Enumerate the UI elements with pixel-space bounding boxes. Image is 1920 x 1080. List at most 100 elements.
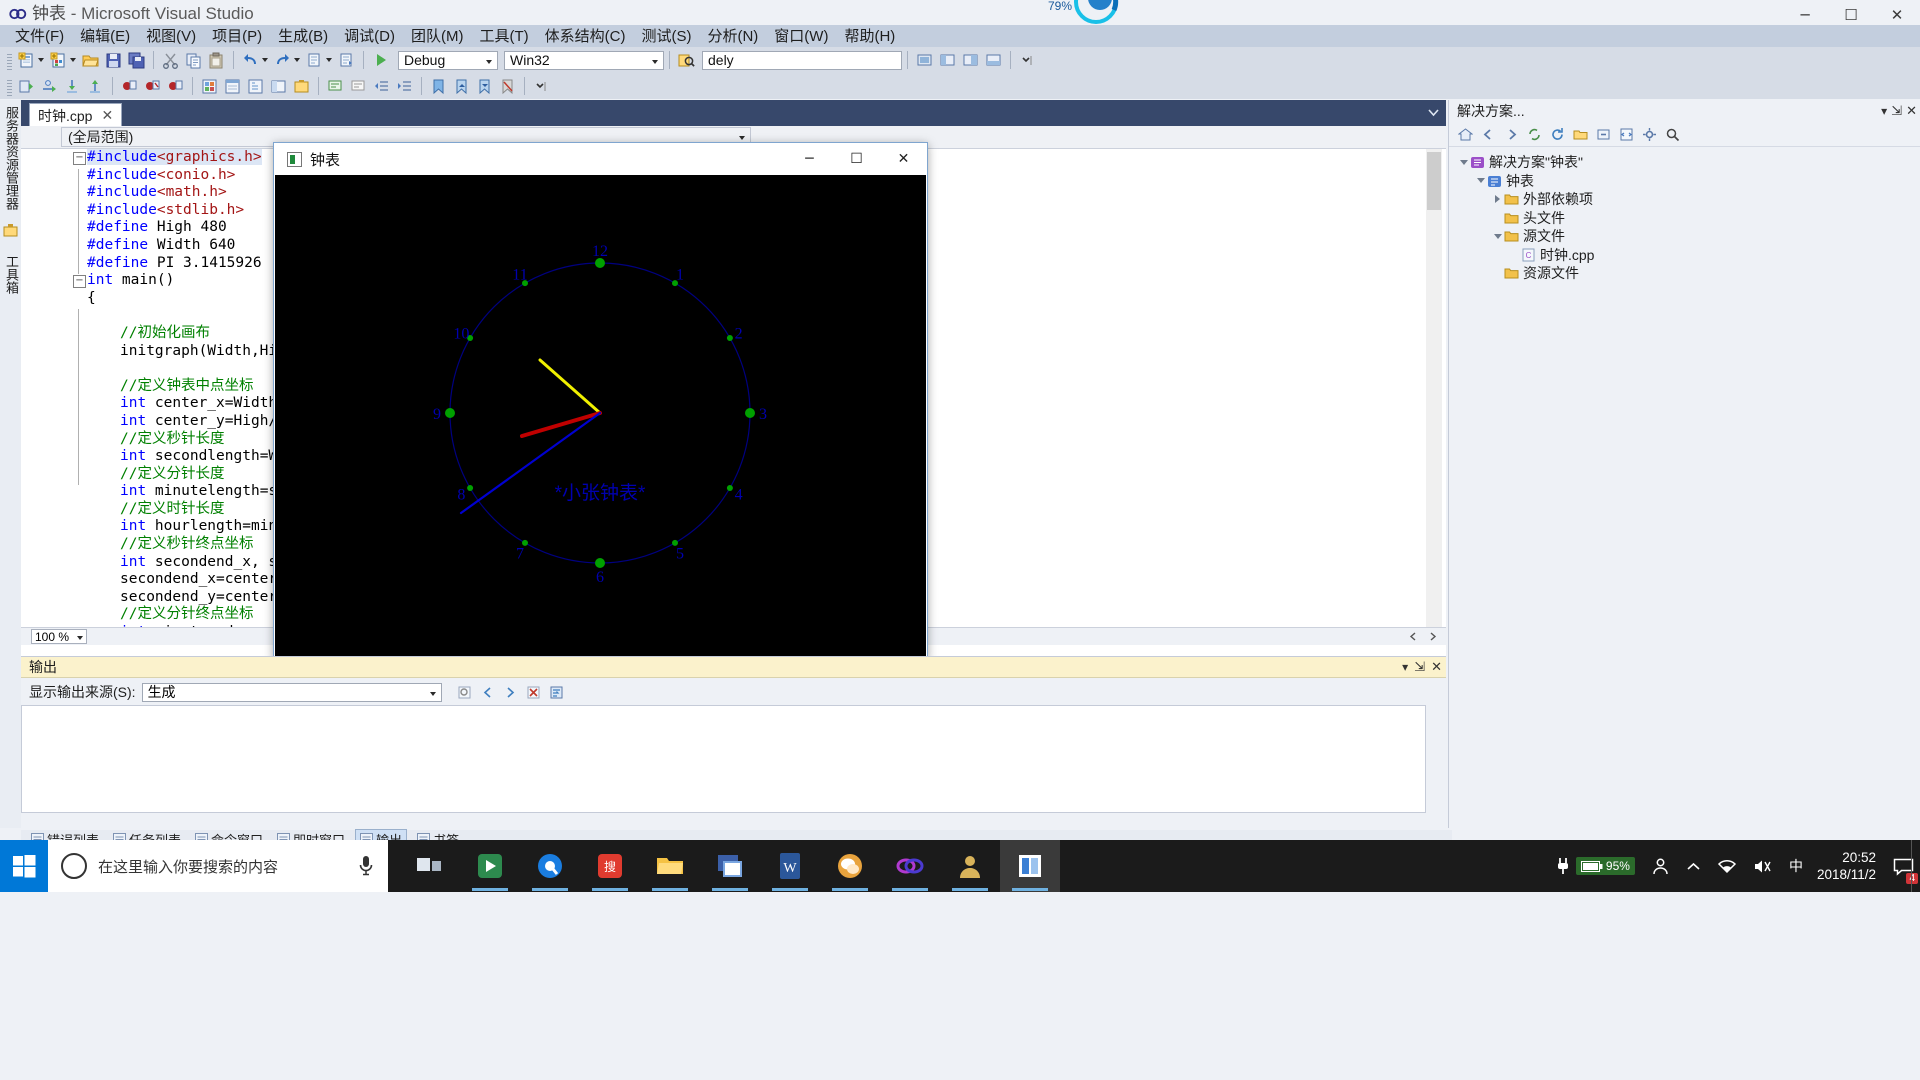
fold-toggle-icon[interactable]: − <box>73 152 86 165</box>
toolbox-icon[interactable] <box>2 222 19 239</box>
clock-maximize-button[interactable]: ☐ <box>833 143 880 175</box>
show-desktop-button[interactable] <box>1911 840 1920 892</box>
output-horizontal-scrollbar[interactable] <box>21 814 1446 829</box>
increase-indent-icon[interactable] <box>394 76 415 97</box>
bookmark-toggle-icon[interactable] <box>428 76 449 97</box>
window-layout-icon-2[interactable] <box>960 50 981 71</box>
tree-node[interactable]: C时钟.cpp <box>1449 246 1920 265</box>
menu-window[interactable]: 窗口(W) <box>766 24 836 48</box>
fold-toggle-icon[interactable]: − <box>73 275 86 288</box>
navigate-backward-dropdown-icon[interactable] <box>326 58 332 62</box>
solution-configuration-combo[interactable]: Debug <box>398 51 498 70</box>
uncomment-selection-icon[interactable] <box>348 76 369 97</box>
taskbar-clock[interactable]: 20:52 2018/11/2 <box>1811 840 1886 892</box>
save-all-icon[interactable] <box>126 50 147 71</box>
navigate-forward-icon[interactable] <box>336 50 357 71</box>
forward-icon[interactable] <box>1501 124 1522 144</box>
store-icon[interactable] <box>460 840 520 892</box>
sogou-icon[interactable]: 搜 <box>580 840 640 892</box>
menu-analyze[interactable]: 分析(N) <box>699 24 766 48</box>
menu-help[interactable]: 帮助(H) <box>836 24 903 48</box>
editor-vertical-scrollbar[interactable] <box>1426 149 1442 627</box>
editor-vertical-scroll-thumb[interactable] <box>1427 152 1441 210</box>
step-into-icon[interactable] <box>62 76 83 97</box>
breakpoint-delete-icon[interactable] <box>142 76 163 97</box>
new-project-icon[interactable] <box>16 50 37 71</box>
menu-file[interactable]: 文件(F) <box>7 24 72 48</box>
copy-icon[interactable] <box>183 50 204 71</box>
ime-indicator[interactable]: 中 <box>1781 840 1811 892</box>
toolbox-window-icon[interactable] <box>291 76 312 97</box>
volume-icon[interactable] <box>1745 840 1781 892</box>
scroll-left-icon[interactable] <box>1408 631 1419 642</box>
clock-close-button[interactable]: ✕ <box>880 143 927 175</box>
close-icon[interactable]: ✕ <box>101 107 113 124</box>
menu-build[interactable]: 生成(B) <box>270 24 336 48</box>
toolbar-overflow-icon[interactable] <box>1017 50 1038 71</box>
chevron-down-icon-panel[interactable]: ▾ <box>1881 104 1887 118</box>
media-icon[interactable] <box>700 840 760 892</box>
breakpoint-toggle-icon[interactable] <box>119 76 140 97</box>
pin-icon-output[interactable]: ⇲ <box>1414 659 1425 675</box>
start-debugging-icon[interactable] <box>370 50 391 71</box>
file-explorer-icon[interactable] <box>640 840 700 892</box>
close-icon-panel[interactable]: ✕ <box>1906 103 1917 119</box>
chevron-down-icon[interactable] <box>1491 230 1504 243</box>
add-new-item-dropdown-icon[interactable] <box>70 58 76 62</box>
bookmark-prev-icon[interactable] <box>451 76 472 97</box>
tree-node[interactable]: 源文件 <box>1449 227 1920 246</box>
scroll-right-icon[interactable] <box>1427 631 1438 642</box>
sync-icon[interactable] <box>1524 124 1545 144</box>
new-project-dropdown-icon[interactable] <box>38 58 44 62</box>
view-code-icon[interactable] <box>1616 124 1637 144</box>
close-icon-output[interactable]: ✕ <box>1431 659 1442 675</box>
add-new-item-icon[interactable] <box>48 50 69 71</box>
open-file-icon[interactable] <box>80 50 101 71</box>
network-icon[interactable] <box>1709 840 1745 892</box>
toolbar2-overflow-icon[interactable] <box>531 76 552 97</box>
menu-edit[interactable]: 编辑(E) <box>72 24 138 48</box>
output-goto-prev-icon[interactable] <box>477 682 498 702</box>
output-text-area[interactable] <box>21 705 1426 813</box>
cut-icon[interactable] <box>160 50 181 71</box>
step-run-icon[interactable] <box>16 76 37 97</box>
breakpoint-disable-icon[interactable] <box>165 76 186 97</box>
search-input[interactable]: 在这里输入你要搜索的内容 <box>48 840 388 892</box>
step-over-icon[interactable] <box>39 76 60 97</box>
step-out-icon[interactable] <box>85 76 106 97</box>
show-hidden-icons-button[interactable] <box>1678 840 1709 892</box>
visual-studio-icon[interactable] <box>1000 840 1060 892</box>
wechat-icon[interactable] <box>820 840 880 892</box>
chevron-down-icon[interactable] <box>1457 156 1470 169</box>
toolbar-grip[interactable] <box>7 54 12 71</box>
link-icon[interactable] <box>880 840 940 892</box>
output-find-icon[interactable] <box>454 682 475 702</box>
quick-launch-input[interactable]: dely <box>702 51 902 70</box>
undo-icon[interactable] <box>240 50 261 71</box>
refresh-icon[interactable] <box>1547 124 1568 144</box>
solution-platform-combo[interactable]: Win32 <box>504 51 664 70</box>
menu-team[interactable]: 团队(M) <box>403 24 472 48</box>
pin-icon[interactable]: ⇲ <box>1891 103 1902 119</box>
menu-project[interactable]: 项目(P) <box>204 24 270 48</box>
navigate-backward-icon[interactable] <box>304 50 325 71</box>
zoom-level-combo[interactable]: 100 % <box>31 629 87 644</box>
window-layout-icon-3[interactable] <box>983 50 1004 71</box>
menu-tools[interactable]: 工具(T) <box>471 24 536 48</box>
class-view-icon[interactable] <box>199 76 220 97</box>
home-icon[interactable] <box>1455 124 1476 144</box>
properties-window-icon[interactable] <box>222 76 243 97</box>
menu-test[interactable]: 测试(S) <box>633 24 699 48</box>
attach-process-icon[interactable] <box>914 50 935 71</box>
redo-icon[interactable] <box>272 50 293 71</box>
clock-minimize-button[interactable]: ─ <box>786 143 833 175</box>
output-goto-next-icon[interactable] <box>500 682 521 702</box>
paste-icon[interactable] <box>206 50 227 71</box>
back-icon[interactable] <box>1478 124 1499 144</box>
window-layout-icon-1[interactable] <box>937 50 958 71</box>
tree-node[interactable]: 外部依赖项 <box>1449 190 1920 209</box>
menu-architecture[interactable]: 体系结构(C) <box>537 24 634 48</box>
object-browser-icon[interactable] <box>268 76 289 97</box>
solution-explorer-icon[interactable] <box>245 76 266 97</box>
undo-dropdown-icon[interactable] <box>262 58 268 62</box>
